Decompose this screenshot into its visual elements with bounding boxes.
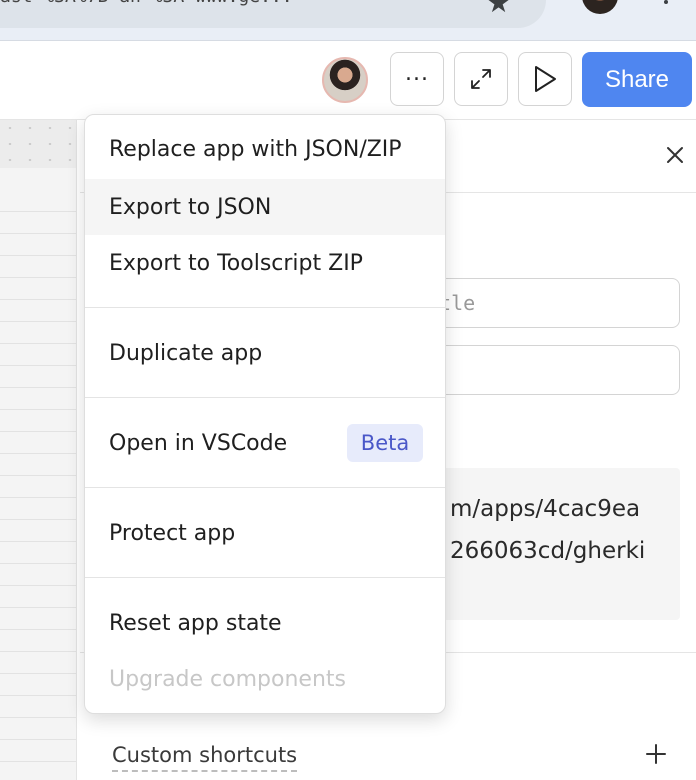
menu-item-reset-state[interactable]: Reset app state — [85, 595, 445, 651]
app-toolbar: ... Share — [0, 41, 696, 120]
canvas-grid-header — [0, 120, 76, 168]
user-avatar[interactable] — [322, 57, 368, 103]
play-icon — [535, 66, 556, 92]
close-icon[interactable] — [664, 144, 686, 166]
app-url-line-1: m/apps/4cac9ea — [450, 496, 641, 522]
menu-item-export-json[interactable]: Export to JSON — [85, 179, 445, 235]
menu-item-protect-app[interactable]: Protect app — [85, 505, 445, 561]
address-text[interactable]: ast~%3A%7B-an~%3A~www.ge... — [0, 0, 293, 8]
menu-item-open-vscode[interactable]: Open in VSCode Beta — [85, 415, 445, 471]
share-button[interactable]: Share — [582, 52, 692, 107]
menu-item-duplicate-app[interactable]: Duplicate app — [85, 325, 445, 381]
editor-canvas[interactable] — [0, 120, 77, 780]
browser-toolbar: ast~%3A%7B-an~%3A~www.ge... ★ — [0, 0, 696, 41]
beta-badge: Beta — [347, 424, 423, 462]
fullscreen-button[interactable] — [454, 52, 508, 106]
menu-separator — [85, 307, 445, 308]
address-bar[interactable]: ast~%3A%7B-an~%3A~www.ge... — [0, 0, 546, 28]
menu-item-label: Open in VSCode — [109, 430, 288, 456]
expand-icon — [471, 69, 491, 89]
description-input[interactable] — [410, 345, 680, 395]
browser-menu-icon[interactable] — [664, 0, 670, 4]
app-url-box[interactable]: m/apps/4cac9ea 266063cd/gherki — [410, 468, 680, 620]
browser-profile-avatar[interactable] — [582, 0, 618, 14]
custom-shortcuts-label[interactable]: Custom shortcuts — [112, 742, 298, 772]
title-input[interactable]: itle — [410, 278, 680, 328]
app-url-line-2: 266063cd/gherki — [450, 538, 646, 564]
more-options-menu: Replace app with JSON/ZIP Export to JSON… — [84, 114, 446, 714]
ellipsis-icon: ... — [405, 61, 429, 86]
menu-item-replace-app[interactable]: Replace app with JSON/ZIP — [85, 121, 445, 177]
more-options-button[interactable]: ... — [390, 52, 444, 106]
menu-separator — [85, 577, 445, 578]
add-shortcut-plus-icon[interactable] — [644, 742, 668, 766]
bookmark-star-icon[interactable]: ★ — [486, 0, 511, 19]
menu-item-upgrade-components: Upgrade components — [109, 666, 346, 692]
menu-item-export-zip[interactable]: Export to Toolscript ZIP — [85, 235, 445, 291]
preview-button[interactable] — [518, 52, 572, 106]
canvas-grid — [0, 190, 76, 780]
menu-separator — [85, 397, 445, 398]
menu-separator — [85, 487, 445, 488]
